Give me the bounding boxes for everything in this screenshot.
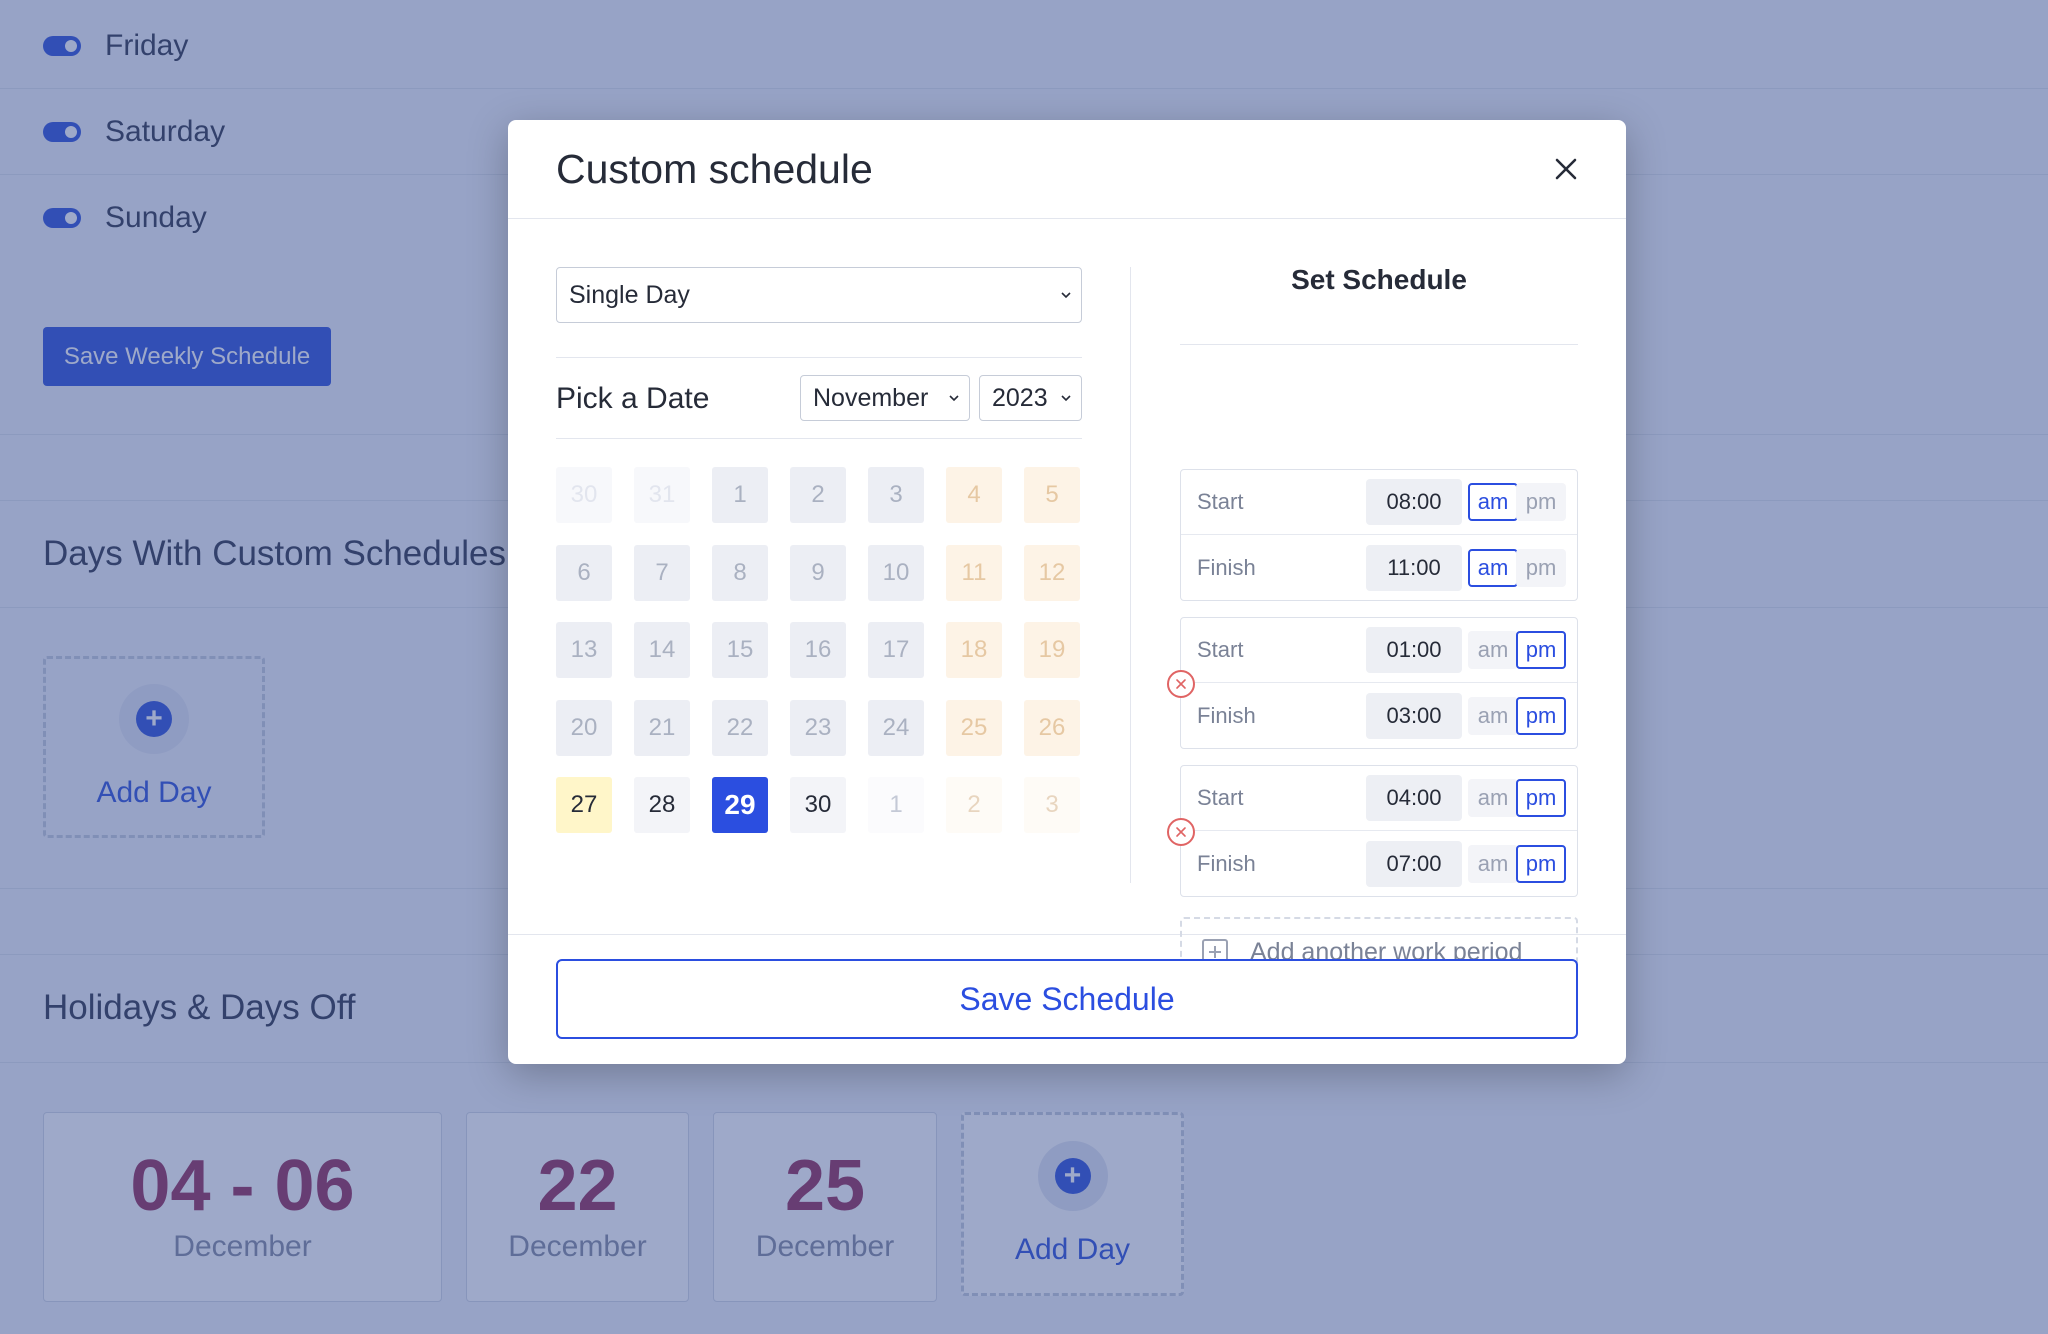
calendar-day: 6 — [556, 545, 612, 601]
calendar-day: 10 — [868, 545, 924, 601]
calendar-day: 4 — [946, 467, 1002, 523]
month-select[interactable]: November — [800, 375, 970, 421]
calendar-day: 24 — [868, 700, 924, 756]
chevron-down-icon — [1061, 395, 1071, 402]
am-toggle[interactable]: am — [1468, 548, 1518, 587]
remove-icon — [1176, 679, 1186, 689]
modal-header: Custom schedule — [508, 120, 1626, 219]
calendar-day: 19 — [1024, 622, 1080, 678]
calendar-day: 2 — [946, 777, 1002, 833]
year-select-value: 2023 — [992, 383, 1048, 412]
calendar-day: 17 — [868, 622, 924, 678]
column-divider — [1130, 267, 1131, 883]
calendar-day: 8 — [712, 545, 768, 601]
calendar-day: 2 — [790, 467, 846, 523]
period-finish-time-input[interactable]: 11:00 — [1366, 544, 1462, 591]
period-finish-time-input[interactable]: 03:00 — [1366, 692, 1462, 739]
period-start-row: Start 08:00 am pm — [1181, 470, 1577, 535]
year-select[interactable]: 2023 — [979, 375, 1082, 421]
period-finish-label: Finish — [1197, 850, 1256, 876]
work-period: Start 01:00 am pm Finish 03:00 am pm — [1167, 617, 1578, 749]
calendar-day: 15 — [712, 622, 768, 678]
month-select-value: November — [813, 383, 929, 412]
am-toggle[interactable]: am — [1468, 696, 1518, 735]
calendar-day: 11 — [946, 545, 1002, 601]
remove-icon — [1176, 827, 1186, 837]
calendar-day: 1 — [868, 777, 924, 833]
modal-title: Custom schedule — [556, 145, 873, 192]
remove-period-button[interactable] — [1167, 670, 1195, 698]
chevron-down-icon — [949, 395, 959, 402]
divider — [1180, 344, 1578, 345]
calendar-day: 14 — [634, 622, 690, 678]
am-toggle[interactable]: am — [1468, 483, 1518, 521]
calendar-day: 3 — [868, 467, 924, 523]
period-finish-row: Finish 03:00 am pm — [1181, 683, 1577, 748]
close-button[interactable] — [1546, 149, 1586, 189]
custom-schedule-modal: Custom schedule Single Day Pick a Date N… — [508, 120, 1626, 1064]
pm-toggle[interactable]: pm — [1516, 696, 1566, 735]
period-start-time-input[interactable]: 01:00 — [1366, 627, 1462, 673]
pm-toggle[interactable]: pm — [1516, 631, 1566, 669]
period-start-time-input[interactable]: 04:00 — [1366, 775, 1462, 821]
calendar-day: 25 — [946, 700, 1002, 756]
am-toggle[interactable]: am — [1468, 844, 1518, 883]
pm-toggle[interactable]: pm — [1516, 548, 1566, 587]
calendar-day[interactable]: 27 — [556, 777, 612, 833]
period-start-row: Start 01:00 am pm — [1181, 618, 1577, 683]
period-start-time-input[interactable]: 08:00 — [1366, 479, 1462, 525]
chevron-down-icon — [1061, 292, 1071, 299]
save-schedule-button[interactable]: Save Schedule — [556, 959, 1578, 1039]
period-finish-row: Finish 11:00 am pm — [1181, 535, 1577, 600]
pm-toggle[interactable]: pm — [1516, 844, 1566, 883]
period-finish-label: Finish — [1197, 554, 1256, 580]
pm-toggle[interactable]: pm — [1516, 483, 1566, 521]
calendar-day: 31 — [634, 467, 690, 523]
set-schedule-title: Set Schedule — [1291, 264, 1467, 295]
calendar-day: 18 — [946, 622, 1002, 678]
work-period: Start 04:00 am pm Finish 07:00 am pm — [1167, 765, 1578, 897]
period-start-row: Start 04:00 am pm — [1181, 766, 1577, 831]
calendar-day: 12 — [1024, 545, 1080, 601]
close-icon — [1555, 158, 1577, 180]
calendar-day: 7 — [634, 545, 690, 601]
period-start-label: Start — [1197, 785, 1244, 810]
calendar-day: 30 — [556, 467, 612, 523]
period-finish-label: Finish — [1197, 702, 1256, 728]
remove-period-button[interactable] — [1167, 818, 1195, 846]
calendar-day: 1 — [712, 467, 768, 523]
period-finish-time-input[interactable]: 07:00 — [1366, 840, 1462, 887]
modal-body: Single Day Pick a Date November 2023 30 3… — [508, 219, 1626, 987]
period-start-label: Start — [1197, 489, 1244, 514]
calendar-day-selected[interactable]: 29 — [712, 777, 768, 833]
calendar-day: 23 — [790, 700, 846, 756]
mode-select[interactable]: Single Day — [556, 267, 1082, 323]
mode-select-value: Single Day — [569, 280, 690, 309]
calendar-day: 13 — [556, 622, 612, 678]
divider — [556, 357, 1082, 358]
pm-toggle[interactable]: pm — [1516, 779, 1566, 817]
pick-date-label: Pick a Date — [556, 382, 710, 415]
calendar-day[interactable]: 28 — [634, 777, 690, 833]
calendar-day: 9 — [790, 545, 846, 601]
calendar-day: 3 — [1024, 777, 1080, 833]
work-period: Start 08:00 am pm Finish 11:00 am pm — [1180, 469, 1578, 601]
divider — [556, 438, 1082, 439]
calendar-day[interactable]: 30 — [790, 777, 846, 833]
calendar-day: 26 — [1024, 700, 1080, 756]
period-finish-row: Finish 07:00 am pm — [1181, 831, 1577, 896]
calendar-day: 5 — [1024, 467, 1080, 523]
am-toggle[interactable]: am — [1468, 631, 1518, 669]
am-toggle[interactable]: am — [1468, 779, 1518, 817]
calendar-day: 16 — [790, 622, 846, 678]
calendar-day: 21 — [634, 700, 690, 756]
period-start-label: Start — [1197, 637, 1244, 662]
calendar-day: 22 — [712, 700, 768, 756]
calendar-day: 20 — [556, 700, 612, 756]
